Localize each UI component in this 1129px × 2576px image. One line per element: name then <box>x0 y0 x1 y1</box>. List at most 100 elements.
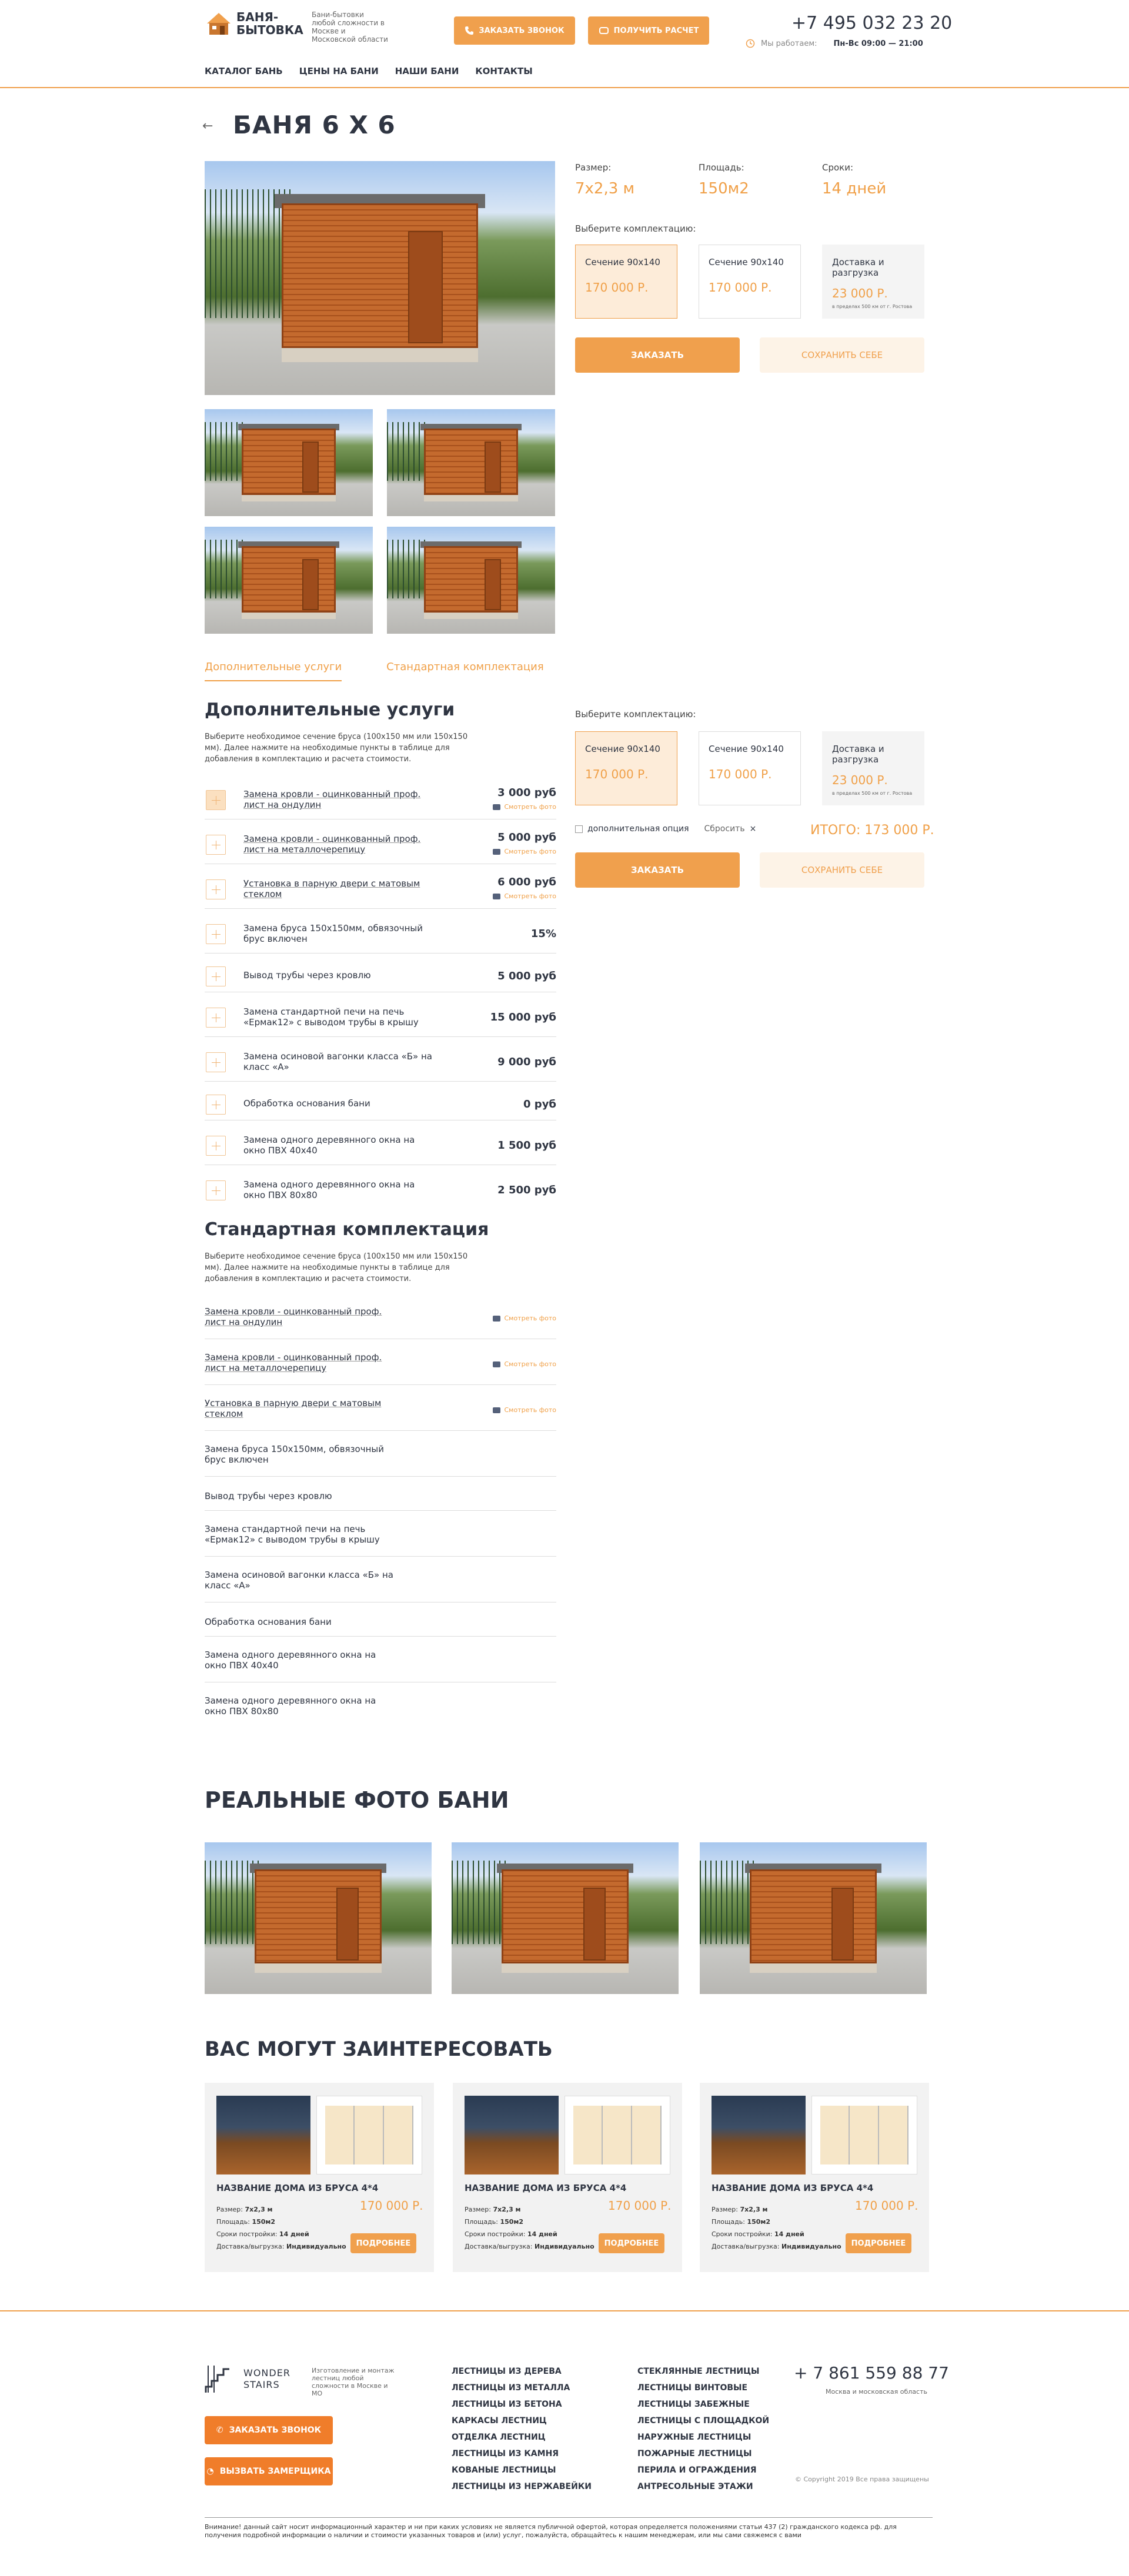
back-arrow-icon[interactable]: ← <box>202 119 213 133</box>
service-checkbox[interactable] <box>206 1052 226 1072</box>
service-row[interactable]: Замена бруса 150х150мм, обвязочный брус … <box>205 916 556 954</box>
more-button[interactable]: ПОДРОБНЕЕ <box>599 2233 664 2253</box>
nav-prices[interactable]: ЦЕНЫ НА БАНИ <box>299 66 379 76</box>
view-photo-label: Смотреть фото <box>504 892 556 900</box>
tab-extra-services[interactable]: Дополнительные услуги <box>205 661 342 681</box>
service-name[interactable]: Замена кровли - оцинкованный проф. лист … <box>243 834 437 855</box>
footer-link[interactable]: НАРУЖНЫЕ ЛЕСТНИЦЫ <box>637 2429 769 2445</box>
service-row[interactable]: Замена кровли - оцинкованный проф. лист … <box>205 782 556 819</box>
footer-logo[interactable]: WONDER STAIRS <box>205 2364 290 2394</box>
footer-phone[interactable]: + 7 861 559 88 77 <box>794 2363 949 2383</box>
option-price: 170 000 Р. <box>585 767 649 781</box>
service-row[interactable]: Замена одного деревянного окна на окно П… <box>205 1172 556 1210</box>
view-photo-link[interactable]: Смотреть фото <box>493 1406 556 1414</box>
main-product-photo[interactable] <box>205 161 555 395</box>
view-photo-link[interactable]: Смотреть фото <box>493 1314 556 1322</box>
real-photo[interactable] <box>205 1842 432 1994</box>
house-card[interactable]: НАЗВАНИЕ ДОМА ИЗ БРУСА 4*4 170 000 Р. Ра… <box>205 2083 434 2272</box>
footer-measure-label: ВЫЗВАТЬ ЗАМЕРЩИКА <box>219 2467 331 2476</box>
config-option[interactable]: Сечение 90х140 170 000 Р. <box>575 731 677 805</box>
service-checkbox[interactable] <box>206 1008 226 1028</box>
nav-our-saunas[interactable]: НАШИ БАНИ <box>395 66 459 76</box>
footer-link[interactable]: ОТДЕЛКА ЛЕСТНИЦ <box>452 2429 592 2445</box>
call-request-button[interactable]: ЗАКАЗАТЬ ЗВОНОК <box>454 16 575 45</box>
service-row[interactable]: Вывод трубы через кровлю 5 000 руб <box>205 961 556 992</box>
hours-label: Мы работаем: <box>761 39 817 48</box>
tab-standard-config[interactable]: Стандартная комплектация <box>386 661 544 681</box>
reset-link[interactable]: Сбросить <box>704 824 745 834</box>
view-photo-link[interactable]: Смотреть фото <box>493 892 556 900</box>
service-checkbox[interactable] <box>206 790 226 810</box>
footer-link[interactable]: ЛЕСТНИЦЫ ИЗ МЕТАЛЛА <box>452 2380 592 2396</box>
service-checkbox[interactable] <box>206 966 226 986</box>
service-checkbox[interactable] <box>206 835 226 855</box>
standard-item-name: Обработка основания бани <box>205 1617 332 1627</box>
footer-link[interactable]: КАРКАСЫ ЛЕСТНИЦ <box>452 2413 592 2429</box>
service-row[interactable]: Замена осиновой вагонки класса «Б» на кл… <box>205 1044 556 1082</box>
footer-link[interactable]: ЛЕСТНИЦЫ С ПЛОЩАДКОЙ <box>637 2413 769 2429</box>
service-row[interactable]: Замена кровли - оцинкованный проф. лист … <box>205 827 556 864</box>
save-button-2[interactable]: СОХРАНИТЬ СЕБЕ <box>760 852 924 888</box>
service-price: 2 500 руб <box>497 1184 556 1196</box>
site-logo[interactable]: БАНЯ- БЫТОВКА <box>205 11 303 36</box>
service-row[interactable]: Установка в парную двери с матовым стекл… <box>205 871 556 909</box>
footer-link[interactable]: СТЕКЛЯННЫЕ ЛЕСТНИЦЫ <box>637 2363 769 2380</box>
footer-link[interactable]: ПОЖАРНЫЕ ЛЕСТНИЦЫ <box>637 2445 769 2462</box>
service-checkbox[interactable] <box>206 1136 226 1156</box>
view-photo-link[interactable]: Смотреть фото <box>493 1360 556 1368</box>
real-photo[interactable] <box>700 1842 927 1994</box>
gallery-thumb[interactable] <box>387 527 555 634</box>
real-photo[interactable] <box>452 1842 679 1994</box>
service-name[interactable]: Замена кровли - оцинкованный проф. лист … <box>243 789 437 810</box>
house-card[interactable]: НАЗВАНИЕ ДОМА ИЗ БРУСА 4*4 170 000 Р. Ра… <box>700 2083 929 2272</box>
more-button[interactable]: ПОДРОБНЕЕ <box>350 2233 416 2253</box>
service-checkbox[interactable] <box>206 924 226 944</box>
service-row[interactable]: Обработка основания бани 0 руб <box>205 1089 556 1120</box>
calculator-icon <box>599 27 609 34</box>
footer-link[interactable]: АНТРЕСОЛЬНЫЕ ЭТАЖИ <box>637 2478 769 2495</box>
measurer-icon: ◔ <box>206 2467 214 2476</box>
footer-measure-button[interactable]: ◔ ВЫЗВАТЬ ЗАМЕРЩИКА <box>205 2457 333 2485</box>
get-estimate-label: ПОЛУЧИТЬ РАСЧЕТ <box>613 26 699 35</box>
order-button[interactable]: ЗАКАЗАТЬ <box>575 337 740 373</box>
house-photo <box>465 2096 559 2174</box>
get-estimate-button[interactable]: ПОЛУЧИТЬ РАСЧЕТ <box>588 16 709 45</box>
config-option[interactable]: Сечение 90х140 170 000 Р. <box>699 731 801 805</box>
order-button-2[interactable]: ЗАКАЗАТЬ <box>575 852 740 888</box>
footer-call-button[interactable]: ✆ ЗАКАЗАТЬ ЗВОНОК <box>205 2416 333 2444</box>
close-icon[interactable]: × <box>750 824 757 834</box>
view-photo-link[interactable]: Смотреть фото <box>493 848 556 855</box>
delivery-option[interactable]: Доставка и разгрузка 23 000 Р. в пределах … <box>822 245 924 319</box>
service-name[interactable]: Установка в парную двери с матовым стекл… <box>243 878 437 899</box>
standard-item-name[interactable]: Замена кровли - оцинкованный проф. лист … <box>205 1352 399 1373</box>
footer-link[interactable]: КОВАНЫЕ ЛЕСТНИЦЫ <box>452 2462 592 2478</box>
standard-item-name[interactable]: Замена кровли - оцинкованный проф. лист … <box>205 1306 399 1327</box>
service-row[interactable]: Замена одного деревянного окна на окно П… <box>205 1128 556 1165</box>
footer-link[interactable]: ЛЕСТНИЦЫ ИЗ БЕТОНА <box>452 2396 592 2413</box>
footer-link[interactable]: ЛЕСТНИЦЫ ИЗ ДЕРЕВА <box>452 2363 592 2380</box>
config-option[interactable]: Сечение 90х140 170 000 Р. <box>575 245 677 319</box>
view-photo-link[interactable]: Смотреть фото <box>493 803 556 811</box>
gallery-thumb[interactable] <box>387 409 555 516</box>
nav-contacts[interactable]: КОНТАКТЫ <box>475 66 532 76</box>
house-card[interactable]: НАЗВАНИЕ ДОМА ИЗ БРУСА 4*4 170 000 Р. Ра… <box>453 2083 682 2272</box>
footer-link[interactable]: ЛЕСТНИЦЫ ЗАБЕЖНЫЕ <box>637 2396 769 2413</box>
service-checkbox[interactable] <box>206 879 226 899</box>
delivery-option[interactable]: Доставка и разгрузка 23 000 Р. в пределах … <box>822 731 924 805</box>
service-checkbox[interactable] <box>206 1095 226 1115</box>
standard-item-name[interactable]: Установка в парную двери с матовым стекл… <box>205 1398 399 1419</box>
gallery-thumb[interactable] <box>205 409 373 516</box>
footer-link[interactable]: ПЕРИЛА И ОГРАЖДЕНИЯ <box>637 2462 769 2478</box>
config-option[interactable]: Сечение 90х140 170 000 Р. <box>699 245 801 319</box>
gallery-thumb[interactable] <box>205 527 373 634</box>
footer-link[interactable]: ЛЕСТНИЦЫ ИЗ НЕРЖАВЕЙКИ <box>452 2478 592 2495</box>
footer-link[interactable]: ЛЕСТНИЦЫ ИЗ КАМНЯ <box>452 2445 592 2462</box>
header-phone[interactable]: +7 495 032 23 20 <box>791 13 952 34</box>
nav-catalog[interactable]: КАТАЛОГ БАНЬ <box>205 66 283 76</box>
more-button[interactable]: ПОДРОБНЕЕ <box>846 2233 911 2253</box>
save-button[interactable]: СОХРАНИТЬ СЕБЕ <box>760 337 924 373</box>
footer-link[interactable]: ЛЕСТНИЦЫ ВИНТОВЫЕ <box>637 2380 769 2396</box>
service-row[interactable]: Замена стандартной печи на печь «Ермак12… <box>205 999 556 1037</box>
service-checkbox[interactable] <box>206 1180 226 1200</box>
extra-option-checkbox[interactable] <box>575 825 583 833</box>
